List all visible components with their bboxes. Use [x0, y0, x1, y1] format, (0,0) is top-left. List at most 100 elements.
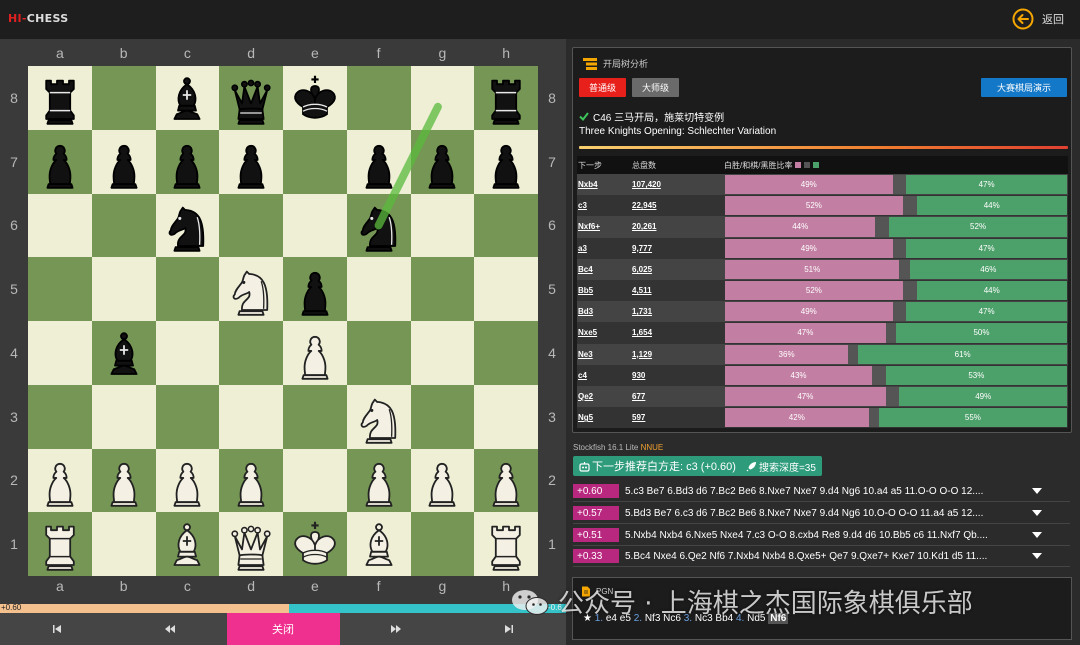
engine-pv[interactable]: 5.Bc4 Nxe4 6.Qe2 Nf6 7.Nxb4 Nxb4 8.Qxe5+…	[625, 551, 1026, 562]
black-pawn-icon[interactable]	[288, 262, 342, 316]
square-e3[interactable]	[283, 384, 347, 449]
expand-caret-icon[interactable]	[1032, 488, 1042, 494]
square-g7[interactable]	[410, 129, 475, 194]
square-c1[interactable]	[155, 512, 220, 576]
square-a3[interactable]	[28, 384, 92, 449]
square-a8[interactable]	[28, 66, 92, 130]
square-f8[interactable]	[346, 66, 411, 130]
square-d8[interactable]	[219, 66, 283, 130]
app-logo[interactable]: HI-CHESS	[8, 12, 68, 25]
square-e7[interactable]	[283, 129, 347, 194]
engine-pv[interactable]: 5.c3 Be7 6.Bd3 d6 7.Bc2 Be6 8.Nxe7 Nxe7 …	[625, 486, 1026, 497]
game-count[interactable]: 6,025	[632, 265, 652, 274]
white-queen-icon[interactable]	[224, 517, 278, 571]
game-count[interactable]: 20,261	[632, 222, 656, 231]
expand-caret-icon[interactable]	[1032, 553, 1042, 559]
move-row[interactable]: Bd3 1,731 49% 47%	[577, 301, 1068, 323]
square-c8[interactable]	[155, 66, 220, 130]
square-b8[interactable]	[91, 66, 156, 130]
engine-pv[interactable]: 5.Nxb4 Nxb4 6.Nxe5 Nxe4 7.c3 O-O 8.cxb4 …	[625, 530, 1026, 541]
game-count[interactable]: 1,731	[632, 307, 652, 316]
black-knight-icon[interactable]	[160, 198, 214, 253]
move-link[interactable]: c3	[578, 201, 587, 210]
square-h5[interactable]	[474, 257, 538, 321]
square-d3[interactable]	[219, 384, 283, 449]
move-row[interactable]: Qe2 677 47% 49%	[577, 385, 1068, 408]
black-pawn-icon[interactable]	[224, 135, 278, 189]
black-pawn-icon[interactable]	[97, 135, 151, 189]
square-f2[interactable]	[346, 448, 411, 513]
square-h8[interactable]	[474, 66, 538, 130]
square-f4[interactable]	[346, 321, 411, 385]
square-d4[interactable]	[219, 321, 283, 385]
move-link[interactable]: Nxb4	[578, 180, 598, 189]
square-h2[interactable]	[474, 448, 538, 513]
black-bishop-icon[interactable]	[160, 71, 214, 125]
expand-caret-icon[interactable]	[1032, 510, 1042, 516]
move-link[interactable]: Bb5	[578, 286, 593, 295]
square-e1[interactable]	[283, 512, 347, 576]
white-king-icon[interactable]	[288, 517, 342, 571]
move-link[interactable]: Bc4	[578, 265, 593, 274]
square-a1[interactable]	[28, 512, 92, 576]
square-c5[interactable]	[155, 257, 220, 321]
move-link[interactable]: Qe2	[578, 392, 593, 401]
white-pawn-icon[interactable]	[352, 453, 406, 508]
square-c6[interactable]	[155, 193, 220, 258]
square-a4[interactable]	[28, 321, 92, 385]
game-count[interactable]: 677	[632, 392, 645, 401]
square-f6[interactable]	[346, 193, 411, 258]
game-count[interactable]: 107,420	[632, 180, 661, 189]
square-c7[interactable]	[155, 129, 220, 194]
white-pawn-icon[interactable]	[160, 453, 214, 508]
chess-board[interactable]	[28, 66, 538, 576]
engine-line[interactable]: +0.33 5.Bc4 Nxe4 6.Qe2 Nf6 7.Nxb4 Nxb4 8.…	[573, 548, 1070, 564]
square-e4[interactable]	[283, 321, 347, 385]
square-g4[interactable]	[410, 321, 475, 385]
square-h6[interactable]	[474, 193, 538, 258]
square-b7[interactable]	[91, 129, 156, 194]
engine-line[interactable]: +0.51 5.Nxb4 Nxb4 6.Nxe5 Nxe4 7.c3 O-O 8.…	[573, 527, 1070, 543]
white-pawn-icon[interactable]	[224, 453, 278, 508]
square-c4[interactable]	[155, 321, 220, 385]
best-move-banner[interactable]: 下一步推荐白方走: c3 (+0.60) 搜索深度=35	[573, 456, 822, 476]
game-count[interactable]: 22,945	[632, 201, 656, 210]
next-move-button[interactable]	[340, 613, 453, 645]
square-f7[interactable]	[346, 129, 411, 194]
black-knight-icon[interactable]	[352, 198, 406, 253]
master-level-button[interactable]: 大师级	[632, 78, 679, 97]
move-row[interactable]: Nxb4 107,420 49% 47%	[577, 174, 1068, 196]
move-row[interactable]: c3 22,945 52% 44%	[577, 195, 1068, 217]
engine-pv[interactable]: 5.Bd3 Be7 6.c3 d6 7.Bc2 Be6 8.Nxe7 Nxe7 …	[625, 508, 1026, 519]
square-f1[interactable]	[346, 512, 411, 576]
black-king-icon[interactable]	[288, 71, 342, 125]
white-knight-icon[interactable]	[352, 390, 406, 444]
square-h3[interactable]	[474, 384, 538, 449]
square-e2[interactable]	[283, 448, 347, 513]
white-knight-icon[interactable]	[224, 262, 278, 316]
normal-level-button[interactable]: 普通级	[579, 78, 626, 97]
move-link[interactable]: c4	[578, 371, 587, 380]
square-d6[interactable]	[219, 193, 283, 258]
black-pawn-icon[interactable]	[352, 135, 406, 189]
game-count[interactable]: 1,654	[632, 328, 652, 337]
square-g1[interactable]	[410, 512, 475, 576]
game-count[interactable]: 4,511	[632, 286, 652, 295]
expand-caret-icon[interactable]	[1032, 532, 1042, 538]
square-c3[interactable]	[155, 384, 220, 449]
white-pawn-icon[interactable]	[479, 453, 533, 508]
game-count[interactable]: 9,777	[632, 244, 652, 253]
square-a6[interactable]	[28, 193, 92, 258]
black-queen-icon[interactable]	[224, 71, 278, 125]
white-rook-icon[interactable]	[33, 517, 87, 571]
move-link[interactable]: Bd3	[578, 307, 593, 316]
black-pawn-icon[interactable]	[479, 135, 533, 189]
square-g5[interactable]	[410, 257, 475, 321]
move-row[interactable]: Bb5 4,511 52% 44%	[577, 279, 1068, 302]
white-pawn-icon[interactable]	[288, 326, 342, 380]
square-g2[interactable]	[410, 448, 475, 513]
first-move-button[interactable]	[0, 613, 113, 645]
square-a2[interactable]	[28, 448, 92, 513]
move-row[interactable]: Nxe5 1,654 47% 50%	[577, 322, 1068, 344]
square-b1[interactable]	[91, 512, 156, 576]
